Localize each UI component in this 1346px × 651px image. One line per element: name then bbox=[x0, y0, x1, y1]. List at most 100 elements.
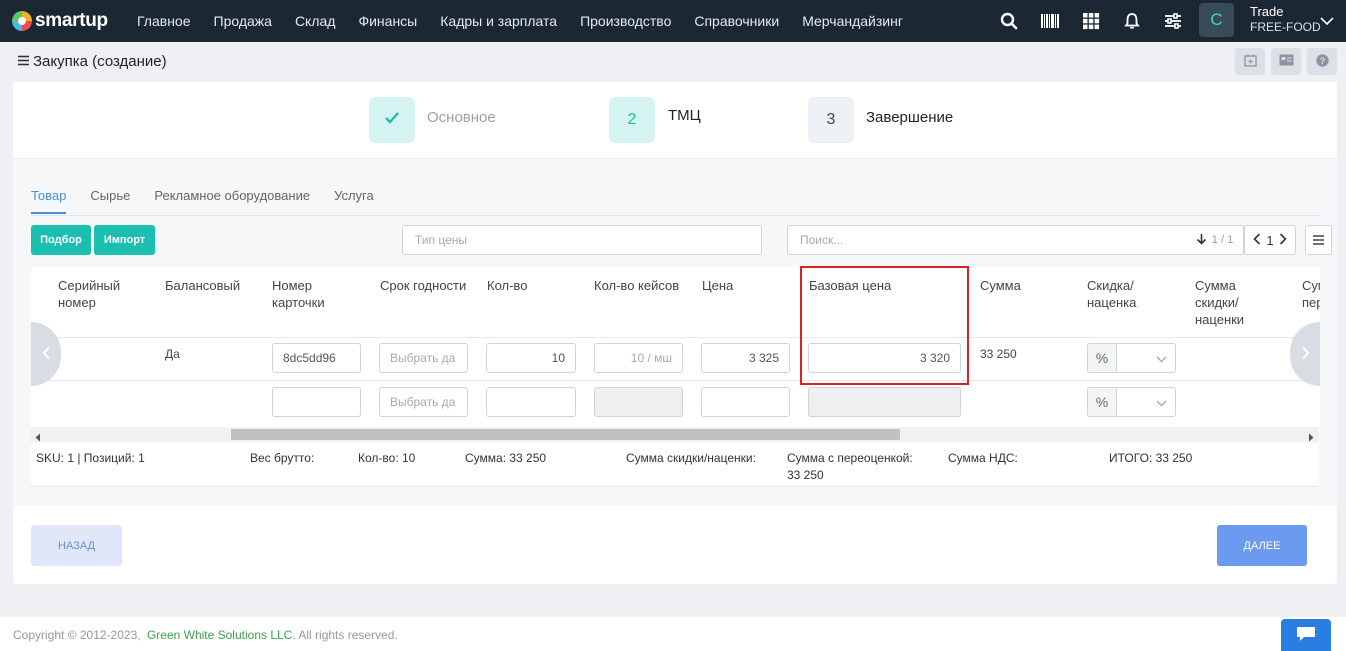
menu-item-warehouse[interactable]: Склад bbox=[295, 13, 336, 29]
avatar[interactable]: C bbox=[1199, 3, 1234, 37]
step-1-box[interactable] bbox=[369, 97, 415, 143]
expiry-input-empty[interactable]: Выбрать да bbox=[379, 387, 468, 417]
step-3-box[interactable]: 3 bbox=[808, 97, 854, 143]
stepper: Основное 2 ТМЦ 3 Завершение bbox=[13, 82, 1337, 159]
col-expiry[interactable]: Срок годности bbox=[380, 277, 466, 294]
row-divider bbox=[31, 337, 1320, 338]
chevron-down-icon[interactable] bbox=[1320, 14, 1334, 29]
cases-input[interactable]: 10 / мш bbox=[594, 343, 683, 373]
menu-item-production[interactable]: Производство bbox=[580, 13, 671, 29]
chat-icon bbox=[1295, 625, 1317, 646]
sliders-icon[interactable] bbox=[1159, 7, 1187, 35]
menu-item-hr[interactable]: Кадры и зарплата bbox=[440, 13, 557, 29]
select-button[interactable]: Подбор bbox=[31, 225, 91, 255]
items-table: Серийный номер Балансовый Номер карточки… bbox=[31, 267, 1320, 441]
hamburger-icon[interactable] bbox=[18, 54, 29, 69]
price-input-empty[interactable] bbox=[701, 387, 790, 417]
menu-item-sales[interactable]: Продажа bbox=[214, 13, 272, 29]
chevron-right-icon bbox=[1301, 343, 1310, 366]
expiry-input[interactable]: Выбрать да bbox=[379, 343, 468, 373]
table-summary: SKU: 1 | Позиций: 1 Вес брутто: Кол-во: … bbox=[31, 443, 1319, 487]
cases-input-empty bbox=[594, 387, 683, 417]
search-input[interactable]: Поиск... bbox=[787, 225, 1187, 255]
summary-gross-weight: Вес брутто: bbox=[250, 451, 315, 465]
menu-item-finance[interactable]: Финансы bbox=[358, 13, 417, 29]
tab-raw[interactable]: Сырье bbox=[90, 188, 130, 214]
grid-icon[interactable] bbox=[1077, 7, 1105, 35]
chevron-down-icon bbox=[1156, 351, 1167, 366]
logo-icon bbox=[12, 11, 32, 31]
col-card-number[interactable]: Номер карточки bbox=[272, 277, 352, 311]
logo[interactable]: smartup bbox=[12, 10, 122, 32]
main-menu: Главное Продажа Склад Финансы Кадры и за… bbox=[137, 13, 926, 29]
col-discount[interactable]: Скидка/ наценка bbox=[1087, 277, 1157, 311]
card-number-input[interactable]: 8dc5dd96 bbox=[272, 343, 361, 373]
col-balance[interactable]: Балансовый bbox=[165, 277, 240, 294]
col-serial[interactable]: Серийный номер bbox=[58, 277, 148, 311]
sort-button[interactable]: 1 / 1 bbox=[1186, 225, 1244, 255]
card-number-input-empty[interactable] bbox=[272, 387, 361, 417]
main-card: Основное 2 ТМЦ 3 Завершение Товар Сырье … bbox=[13, 82, 1337, 584]
balance-cell: Да bbox=[165, 347, 180, 361]
footer: Copyright © 2012-2023, Green White Solut… bbox=[0, 617, 1346, 651]
base-price-input-empty bbox=[808, 387, 961, 417]
step-1-label[interactable]: Основное bbox=[427, 109, 496, 126]
arrow-down-icon bbox=[1196, 233, 1207, 248]
help-button[interactable]: ? bbox=[1307, 48, 1337, 75]
percent-toggle[interactable]: % bbox=[1087, 343, 1117, 373]
col-sum[interactable]: Сумма bbox=[980, 277, 1021, 294]
next-button[interactable]: ДАЛЕЕ bbox=[1217, 525, 1307, 566]
account-info[interactable]: Trade FREE-FOOD bbox=[1250, 4, 1321, 35]
import-button[interactable]: Импорт bbox=[94, 225, 155, 255]
tab-promo-equipment[interactable]: Рекламное оборудование bbox=[154, 188, 310, 214]
col-price[interactable]: Цена bbox=[702, 277, 733, 294]
tab-service[interactable]: Услуга bbox=[334, 188, 374, 214]
discount-select[interactable] bbox=[1117, 343, 1176, 373]
menu-item-merchandising[interactable]: Мерчандайзинг bbox=[802, 13, 903, 29]
menu-item-main[interactable]: Главное bbox=[137, 13, 191, 29]
chevron-left-icon[interactable] bbox=[1253, 232, 1261, 248]
barcode-icon[interactable] bbox=[1036, 7, 1064, 35]
step-2-label[interactable]: ТМЦ bbox=[668, 107, 701, 124]
price-type-input[interactable]: Тип цены bbox=[402, 225, 762, 255]
page-header: Закупка (создание) bbox=[18, 53, 167, 70]
chat-button[interactable] bbox=[1281, 619, 1331, 651]
col-revalued-sum[interactable]: Сум пер bbox=[1302, 277, 1320, 311]
tab-goods[interactable]: Товар bbox=[31, 188, 67, 214]
company-link[interactable]: Green White Solutions LLC. bbox=[147, 628, 296, 642]
percent-toggle-empty[interactable]: % bbox=[1087, 387, 1117, 417]
check-icon bbox=[384, 111, 400, 129]
step-3-label[interactable]: Завершение bbox=[866, 109, 953, 126]
table-horizontal-scrollbar[interactable] bbox=[31, 427, 1319, 442]
item-tabs: Товар Сырье Рекламное оборудование Услуг… bbox=[31, 188, 398, 214]
price-input[interactable]: 3 325 bbox=[701, 343, 790, 373]
qty-input[interactable]: 10 bbox=[486, 343, 576, 373]
summary-qty: Кол-во: 10 bbox=[358, 451, 416, 465]
col-cases[interactable]: Кол-во кейсов bbox=[594, 277, 679, 294]
card-button[interactable] bbox=[1271, 48, 1301, 75]
qty-input-empty[interactable] bbox=[486, 387, 576, 417]
col-discount-sum[interactable]: Сумма скидки/ наценки bbox=[1195, 277, 1265, 328]
summary-discount-sum: Сумма скидки/наценки: bbox=[626, 451, 756, 465]
discount-select-empty[interactable] bbox=[1117, 387, 1176, 417]
bell-icon[interactable] bbox=[1118, 7, 1146, 35]
page-info: 1 / 1 bbox=[1211, 234, 1234, 246]
pager: 1 / 1 1 bbox=[1186, 225, 1332, 255]
summary-total: ИТОГО: 33 250 bbox=[1109, 451, 1193, 465]
back-button[interactable]: НАЗАД bbox=[31, 525, 122, 566]
calendar-button[interactable] bbox=[1235, 48, 1265, 75]
step-2-box[interactable]: 2 bbox=[609, 97, 655, 143]
account-company: FREE-FOOD bbox=[1250, 20, 1321, 34]
col-qty[interactable]: Кол-во bbox=[487, 277, 527, 294]
chevron-right-icon[interactable] bbox=[1279, 232, 1287, 248]
chevron-down-icon bbox=[1156, 395, 1167, 410]
scrollbar-thumb[interactable] bbox=[231, 429, 900, 440]
search-icon[interactable] bbox=[995, 7, 1023, 35]
summary-vat: Сумма НДС: bbox=[948, 451, 1018, 465]
columns-menu-button[interactable] bbox=[1305, 225, 1332, 255]
rights-text: All rights reserved. bbox=[298, 628, 398, 642]
menu-item-references[interactable]: Справочники bbox=[694, 13, 779, 29]
svg-text:?: ? bbox=[1319, 56, 1325, 66]
help-icon: ? bbox=[1315, 53, 1329, 70]
page-title: Закупка (создание) bbox=[33, 53, 167, 70]
